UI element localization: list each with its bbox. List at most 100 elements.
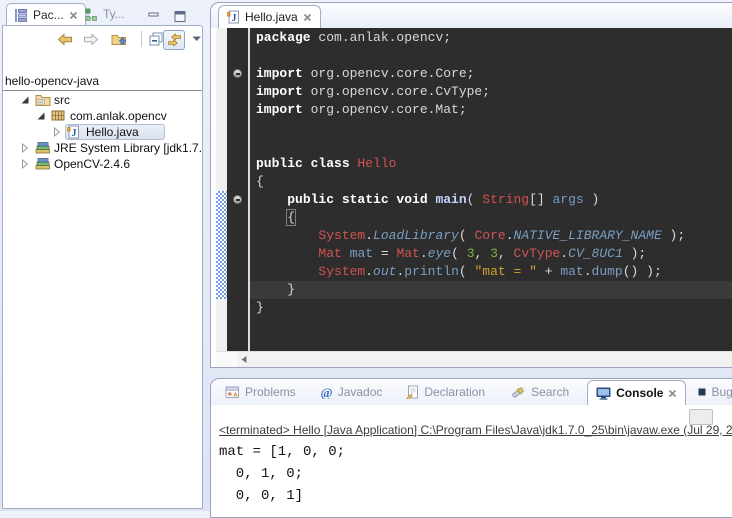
link-with-editor-button[interactable]	[163, 30, 185, 50]
fold-marker-icon[interactable]	[233, 195, 242, 204]
minimize-button[interactable]	[148, 8, 161, 20]
fold-marker-icon[interactable]	[233, 69, 242, 78]
collapsed-arrow-icon[interactable]	[20, 159, 30, 169]
bottom-tab-label: Javadoc	[338, 385, 383, 399]
package-explorer-icon	[14, 9, 28, 22]
view-menu-icon	[192, 36, 202, 42]
code-token: public class	[256, 156, 357, 171]
code-token: Core	[474, 228, 505, 243]
bottom-tab-declaration[interactable]: Declaration	[398, 380, 493, 405]
code-token: .	[506, 228, 514, 243]
editor-tab-bar: J Hello.java	[211, 3, 732, 28]
code-token: Mat	[396, 246, 419, 261]
horizontal-scrollbar[interactable]	[216, 351, 732, 367]
view-menu-button[interactable]	[187, 30, 203, 48]
expanded-arrow-icon[interactable]	[36, 111, 46, 121]
tree-item-hello-java[interactable]: JHello.java	[3, 124, 202, 141]
forward-arrow-icon	[83, 33, 99, 46]
bottom-tab-problems[interactable]: Problems	[217, 380, 304, 405]
code-token: (	[459, 228, 475, 243]
console-output[interactable]: mat = [1, 0, 0; 0, 1, 0; 0, 0, 1]	[219, 441, 732, 507]
tree-item-label: hello-opencv-java	[5, 73, 99, 90]
code-token: import	[256, 84, 311, 99]
collapsed-arrow-icon[interactable]	[20, 143, 30, 153]
view-tab-label: Ty...	[103, 7, 125, 21]
code-token: (	[467, 192, 483, 207]
tree-item-jre-system-library-jdk1-7-0_25-[interactable]: JRE System Library [jdk1.7.0_25]	[3, 140, 202, 157]
maximize-icon	[174, 11, 186, 22]
code-token: {	[256, 174, 264, 189]
tree-item-src[interactable]: src	[3, 92, 202, 109]
code-token: Mat	[318, 246, 341, 261]
bottom-tab-search[interactable]: Search	[503, 380, 577, 405]
collapse-all-icon	[149, 32, 163, 46]
code-line-16: }	[250, 299, 732, 317]
bottom-tab-label: Bug Explorer	[711, 385, 732, 399]
code-token: out	[373, 264, 396, 279]
project-tree: hello-opencv-java srccom.anlak.opencvJHel…	[3, 50, 202, 508]
square-icon	[698, 388, 706, 396]
editor-tab-label: Hello.java	[245, 10, 298, 24]
code-token: package	[256, 30, 318, 45]
tree-item-label: src	[54, 92, 70, 109]
code-editor[interactable]: package com.anlak.opencv;import org.open…	[216, 28, 732, 351]
code-token: .	[560, 246, 568, 261]
explorer-tab-bar: Pac... Ty...	[2, 2, 203, 26]
code-token: mat	[560, 264, 583, 279]
code-token: =	[373, 246, 396, 261]
tree-root-separator	[3, 90, 202, 91]
code-token: ,	[498, 246, 514, 261]
code-line-3: import org.opencv.core.Core;	[250, 65, 732, 83]
code-token: (	[459, 264, 475, 279]
maximize-button[interactable]	[174, 8, 187, 20]
explorer-toolbar	[3, 28, 202, 51]
view-tab-pac[interactable]: Pac...	[6, 3, 86, 27]
back-button[interactable]	[55, 30, 75, 48]
svg-text:J: J	[232, 13, 237, 24]
bottom-tab-bug-explorer[interactable]: Bug Explorer	[690, 380, 732, 405]
forward-button[interactable]	[81, 30, 101, 48]
bottom-tab-label: Declaration	[424, 385, 485, 399]
bottom-tab-bar: Problems @Javadoc Declaration Search Console…	[211, 379, 732, 405]
code-token: 3	[490, 246, 498, 261]
bottom-tab-javadoc[interactable]: @Javadoc	[312, 380, 391, 405]
tree-item-label: com.anlak.opencv	[70, 108, 167, 125]
code-line-5: import org.opencv.core.Mat;	[250, 101, 732, 119]
code-line-4: import org.opencv.core.CvType;	[250, 83, 732, 101]
eclipse-workbench: { "explorer": { "tabs": [ {"label": "Pac…	[0, 0, 732, 511]
tree-item-opencv-2-4-6[interactable]: OpenCV-2.4.6	[3, 156, 202, 173]
code-token: ,	[475, 246, 491, 261]
package-icon	[51, 109, 67, 123]
view-tab-ty[interactable]: Ty...	[78, 3, 132, 25]
bottom-tab-console[interactable]: Console	[587, 380, 686, 405]
code-token: () );	[623, 264, 662, 279]
code-token: .	[584, 264, 592, 279]
tree-item-hello-opencv-java[interactable]: hello-opencv-java	[3, 73, 202, 90]
java-file-icon: J	[67, 125, 83, 139]
editor-tab-hello-java[interactable]: J Hello.java	[218, 5, 321, 28]
code-token: args	[553, 192, 584, 207]
code-token: org.opencv.core.Core;	[311, 66, 475, 81]
back-arrow-icon	[57, 33, 73, 46]
bottom-tab-label: Search	[531, 385, 569, 399]
code-token: org.opencv.core.CvType;	[311, 84, 490, 99]
search-icon	[511, 385, 526, 399]
minimize-icon	[148, 11, 160, 22]
scroll-left-arrow-icon[interactable]	[240, 355, 248, 364]
expanded-arrow-icon[interactable]	[20, 95, 30, 105]
code-token: []	[529, 192, 552, 207]
view-tab-label: Pac...	[33, 8, 64, 22]
library-icon	[35, 141, 51, 155]
tree-item-com-anlak-opencv[interactable]: com.anlak.opencv	[3, 108, 202, 125]
code-line-13: Mat mat = Mat.eye( 3, 3, CvType.CV_8UC1 …	[250, 245, 732, 263]
package-explorer-view: Pac... Ty... hello-opencv-java srccom.anla…	[2, 2, 203, 509]
type-hierarchy-icon	[85, 8, 98, 21]
console-output-line: mat = [1, 0, 0;	[219, 441, 732, 463]
close-icon[interactable]	[303, 13, 312, 22]
up-button[interactable]	[109, 30, 129, 48]
close-icon[interactable]	[69, 11, 78, 20]
code-token	[256, 228, 318, 243]
close-icon[interactable]	[668, 389, 677, 398]
collapsed-arrow-icon[interactable]	[52, 127, 62, 137]
svg-text:J: J	[72, 128, 77, 139]
